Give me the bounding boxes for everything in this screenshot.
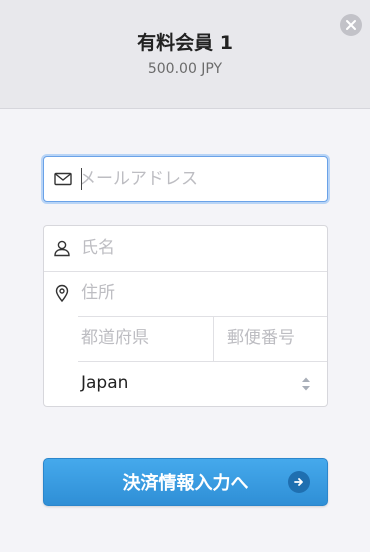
product-price: 500.00 JPY — [147, 61, 223, 77]
envelope-icon — [54, 172, 72, 186]
person-icon — [54, 240, 70, 257]
up-down-chevron-icon[interactable] — [300, 375, 312, 393]
arrow-right-icon — [288, 471, 310, 493]
name-input[interactable] — [81, 236, 316, 260]
address-row — [44, 271, 327, 316]
product-title: 有料会員 1 — [137, 32, 233, 54]
address-input[interactable] — [81, 281, 316, 305]
email-input[interactable] — [79, 167, 319, 191]
header: 有料会員 1 500.00 JPY — [0, 0, 370, 109]
proceed-to-payment-label: 決済情報入力へ — [122, 473, 249, 494]
email-field[interactable] — [43, 156, 328, 202]
close-icon — [346, 20, 356, 30]
text-caret — [81, 168, 82, 190]
prefecture-postal-row — [44, 316, 327, 361]
map-pin-icon — [55, 284, 69, 303]
close-button[interactable] — [340, 14, 362, 36]
postal-code-input[interactable] — [227, 326, 322, 350]
divider — [213, 316, 214, 361]
proceed-to-payment-button[interactable]: 決済情報入力へ — [43, 458, 328, 506]
billing-fields-group: Japan — [43, 225, 328, 407]
country-value: Japan — [81, 373, 129, 393]
prefecture-input[interactable] — [81, 326, 211, 350]
country-select[interactable]: Japan — [44, 361, 327, 406]
name-row — [44, 226, 327, 271]
